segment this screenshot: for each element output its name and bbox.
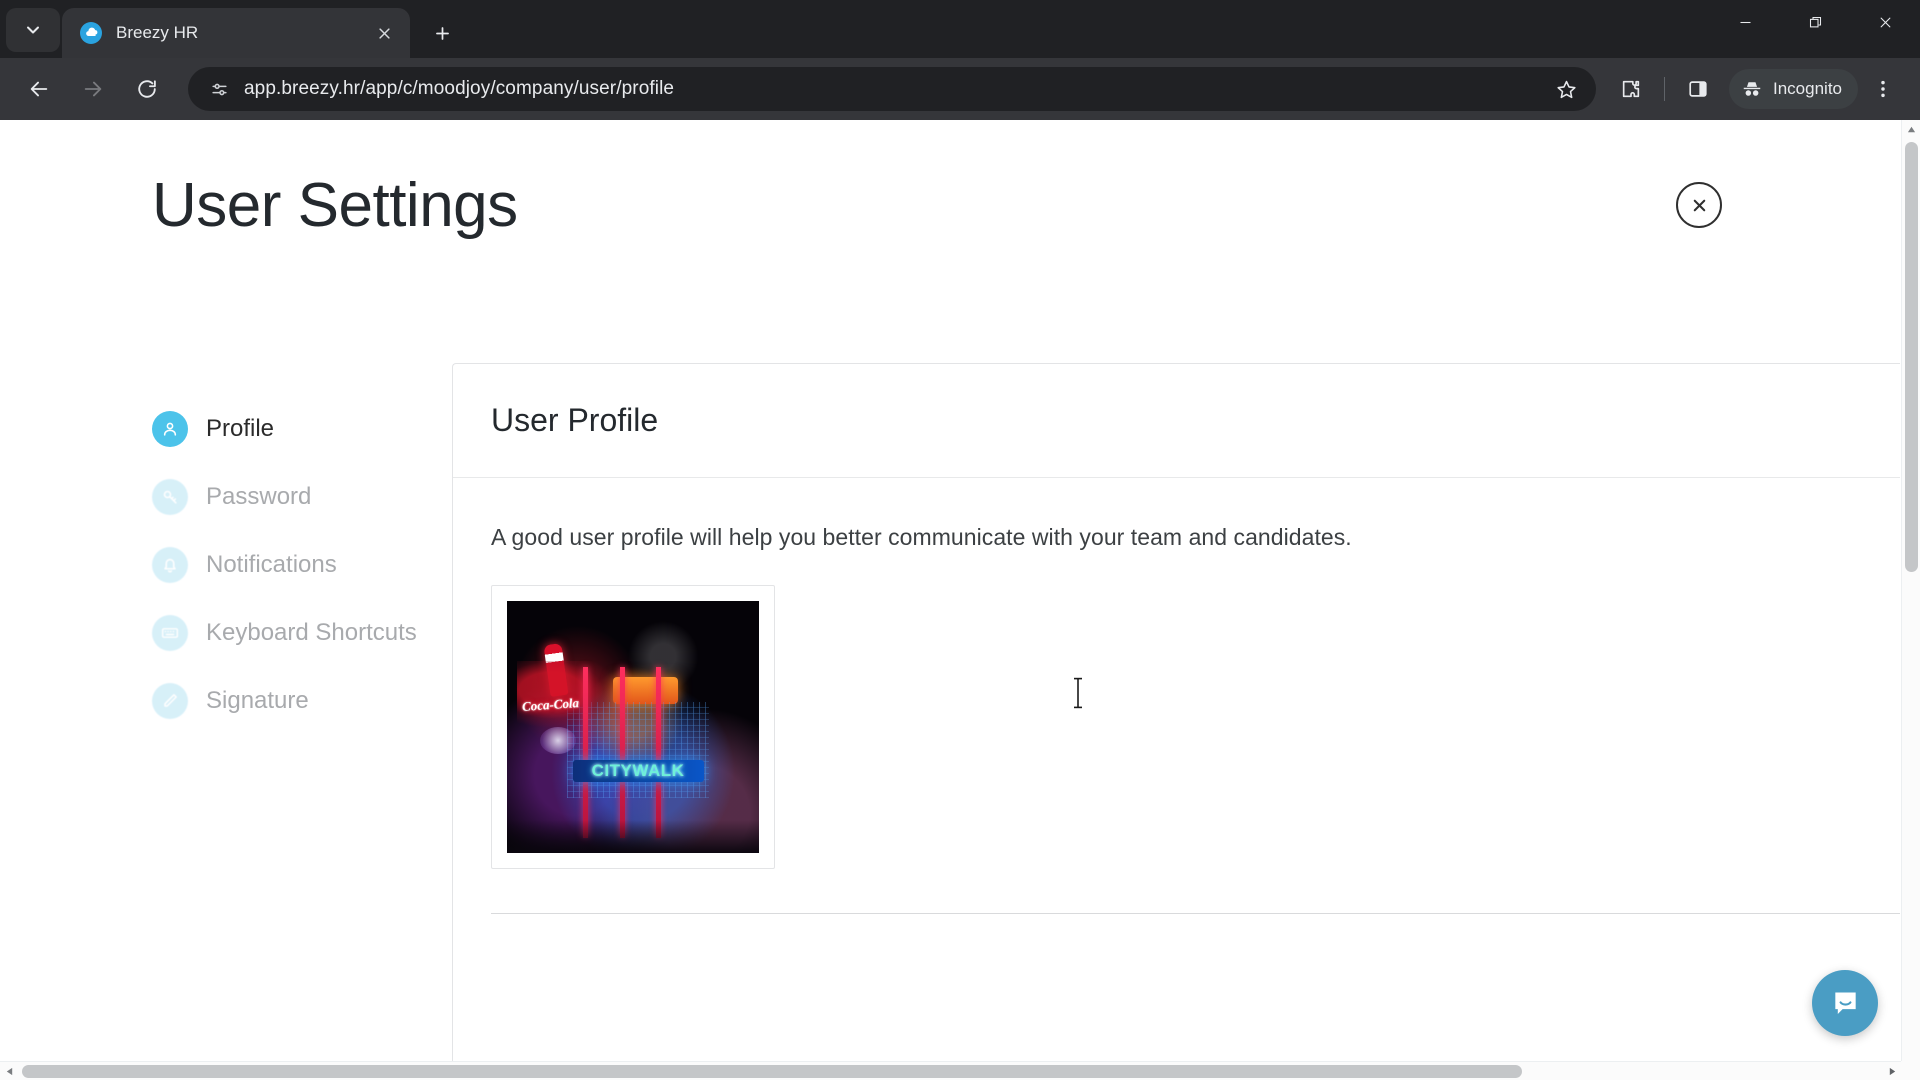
cloud-icon: [85, 27, 97, 36]
forward-button[interactable]: [71, 67, 115, 111]
key-icon: [152, 479, 188, 515]
user-icon: [152, 411, 188, 447]
incognito-hat-icon: [1743, 82, 1761, 96]
profile-photo[interactable]: Coca-Cola CITYWALK: [507, 601, 759, 853]
tab-strip: Breezy HR: [0, 0, 1920, 58]
vertical-scrollbar-thumb[interactable]: [1905, 142, 1918, 572]
profile-photo-frame[interactable]: Coca-Cola CITYWALK: [491, 585, 775, 869]
close-icon: [378, 27, 390, 39]
intercom-chat-launcher[interactable]: [1812, 970, 1878, 1036]
sidebar-item-label: Password: [206, 483, 312, 510]
horizontal-scrollbar[interactable]: [0, 1061, 1901, 1080]
card-header: User Profile: [453, 364, 1900, 478]
sidebar-item-profile[interactable]: Profile: [152, 395, 452, 463]
back-button[interactable]: [17, 67, 61, 111]
page-viewport: User Settings Profile Password Notificat…: [0, 120, 1920, 1080]
chat-bubble-icon: [1834, 992, 1856, 1014]
scrollbar-corner: [1901, 1061, 1920, 1080]
pillar: [582, 666, 588, 838]
pillar: [655, 666, 661, 838]
minimize-icon: [1740, 21, 1750, 24]
bell-icon: [152, 547, 188, 583]
caret-up-icon: [1907, 126, 1915, 133]
close-settings-button[interactable]: [1676, 182, 1722, 228]
address-bar[interactable]: app.breezy.hr/app/c/moodjoy/company/user…: [188, 67, 1596, 111]
coca-cola-glow: [517, 661, 618, 727]
sidebar-item-label: Notifications: [206, 551, 337, 578]
scroll-left-button[interactable]: [2, 1065, 16, 1078]
arrow-left-icon: [30, 81, 48, 97]
settings-sidebar: Profile Password Notifications Keyboard …: [152, 363, 452, 1080]
incognito-indicator[interactable]: Incognito: [1729, 69, 1858, 109]
window-minimize-button[interactable]: [1710, 0, 1780, 45]
side-panel-button[interactable]: [1676, 67, 1720, 111]
tab-search-button[interactable]: [6, 8, 60, 52]
window-close-button[interactable]: [1850, 0, 1920, 45]
url-text: app.breezy.hr/app/c/moodjoy/company/user…: [244, 78, 675, 99]
page-title: User Settings: [152, 171, 518, 240]
side-panel-icon: [1689, 81, 1707, 97]
user-profile-card: User Profile A good user profile will he…: [452, 363, 1900, 1080]
reload-icon: [138, 80, 156, 98]
extensions-button[interactable]: [1609, 67, 1653, 111]
chevron-down-icon: [27, 26, 39, 34]
scroll-right-button[interactable]: [1885, 1065, 1899, 1078]
sidebar-item-password[interactable]: Password: [152, 463, 452, 531]
round-light-fixture: [539, 727, 576, 754]
user-settings-page: User Settings Profile Password Notificat…: [0, 120, 1900, 1080]
tab-favicon: [80, 22, 102, 44]
sidebar-item-signature[interactable]: Signature: [152, 667, 452, 735]
vertical-scrollbar[interactable]: [1901, 120, 1920, 1062]
pen-icon: [152, 683, 188, 719]
card-description: A good user profile will help you better…: [491, 524, 1352, 550]
star-icon: [1556, 80, 1576, 98]
browser-toolbar: app.breezy.hr/app/c/moodjoy/company/user…: [0, 58, 1920, 120]
browser-menu-button[interactable]: [1861, 67, 1905, 111]
sidebar-item-label: Keyboard Shortcuts: [206, 619, 417, 646]
crowd-silhouette: [507, 820, 759, 853]
browser-tab[interactable]: Breezy HR: [62, 8, 410, 58]
three-dot-menu-icon: [1881, 80, 1885, 98]
restore-icon: [1809, 16, 1821, 28]
site-settings-icon: [211, 83, 227, 95]
card-body: A good user profile will help you better…: [453, 478, 1900, 1080]
pillar: [620, 666, 626, 838]
card-title: User Profile: [491, 402, 659, 438]
sidebar-item-label: Profile: [206, 415, 275, 442]
sidebar-item-keyboard-shortcuts[interactable]: Keyboard Shortcuts: [152, 599, 452, 667]
bookmark-button[interactable]: [1546, 69, 1586, 109]
keyboard-icon: [152, 615, 188, 651]
incognito-label: Incognito: [1773, 79, 1842, 98]
tab-title: Breezy HR: [116, 23, 199, 42]
plus-icon: [435, 26, 449, 40]
scroll-up-button[interactable]: [1902, 120, 1920, 139]
window-restore-button[interactable]: [1780, 0, 1850, 45]
card-footer-space: [491, 914, 1900, 1080]
browser-window: Breezy HR app.breezy.hr/app/c/moodjoy/co…: [0, 0, 1920, 1080]
window-controls: [1710, 0, 1920, 58]
close-icon: [1880, 17, 1890, 28]
citywalk-sign: CITYWALK: [572, 759, 704, 783]
horizontal-scrollbar-thumb[interactable]: [22, 1065, 1522, 1078]
caret-left-icon: [6, 1067, 12, 1076]
settings-layout: Profile Password Notifications Keyboard …: [0, 363, 1900, 1080]
close-icon: [1693, 199, 1705, 211]
page-header: User Settings: [0, 120, 1900, 241]
toolbar-divider: [1664, 77, 1665, 101]
reload-button[interactable]: [125, 67, 169, 111]
sidebar-item-notifications[interactable]: Notifications: [152, 531, 452, 599]
puzzle-piece-icon: [1622, 80, 1640, 98]
site-settings-button[interactable]: [204, 74, 234, 104]
tab-close-button[interactable]: [370, 19, 398, 47]
sidebar-item-label: Signature: [206, 687, 309, 714]
caret-right-icon: [1889, 1067, 1895, 1076]
citywalk-sign-text: CITYWALK: [591, 761, 685, 781]
new-tab-button[interactable]: [422, 13, 462, 53]
arrow-right-icon: [84, 81, 102, 97]
